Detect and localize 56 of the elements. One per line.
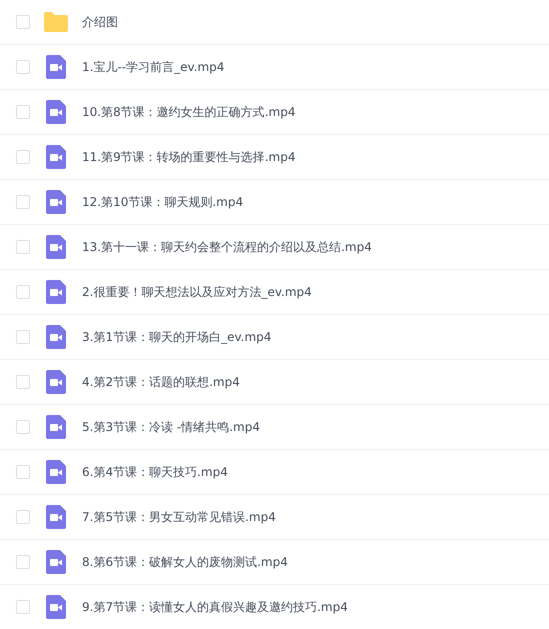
file-row[interactable]: 8.第6节课：破解女人的废物测试.mp4 xyxy=(0,540,549,585)
video-file-icon xyxy=(46,190,66,214)
video-file-icon xyxy=(46,595,66,619)
video-file-icon xyxy=(46,505,66,529)
file-name: 2.很重要！聊天想法以及应对方法_ev.mp4 xyxy=(82,284,312,300)
video-file-icon xyxy=(46,415,66,439)
file-name: 10.第8节课：邀约女生的正确方式.mp4 xyxy=(82,104,296,120)
file-name: 13.第十一课：聊天约会整个流程的介绍以及总结.mp4 xyxy=(82,238,372,256)
checkbox[interactable] xyxy=(16,15,30,29)
checkbox[interactable] xyxy=(16,285,30,299)
file-name: 8.第6节课：破解女人的废物测试.mp4 xyxy=(82,554,288,570)
checkbox[interactable] xyxy=(16,465,30,479)
file-row[interactable]: 4.第2节课：话题的联想.mp4 xyxy=(0,360,549,405)
file-name: 4.第2节课：话题的联想.mp4 xyxy=(82,374,240,390)
checkbox[interactable] xyxy=(16,555,30,569)
file-row[interactable]: 11.第9节课：转场的重要性与选择.mp4 xyxy=(0,135,549,180)
file-name: 5.第3节课：冷读 -情绪共鸣.mp4 xyxy=(82,418,260,436)
file-row[interactable]: 12.第10节课：聊天规则.mp4 xyxy=(0,180,549,225)
folder-icon xyxy=(44,12,68,32)
file-name: 12.第10节课：聊天规则.mp4 xyxy=(82,194,244,210)
file-row[interactable]: 7.第5节课：男女互动常见错误.mp4 xyxy=(0,495,549,540)
video-file-icon xyxy=(46,100,66,124)
video-file-icon xyxy=(46,325,66,349)
video-file-icon xyxy=(46,460,66,484)
file-name: 7.第5节课：男女互动常见错误.mp4 xyxy=(82,508,276,526)
video-file-icon xyxy=(46,370,66,394)
checkbox[interactable] xyxy=(16,60,30,74)
checkbox[interactable] xyxy=(16,375,30,389)
file-name: 9.第7节课：读懂女人的真假兴趣及邀约技巧.mp4 xyxy=(82,598,348,616)
file-row[interactable]: 10.第8节课：邀约女生的正确方式.mp4 xyxy=(0,90,549,135)
checkbox[interactable] xyxy=(16,150,30,164)
file-row[interactable]: 1.宝儿--学习前言_ev.mp4 xyxy=(0,45,549,90)
checkbox[interactable] xyxy=(16,330,30,344)
video-file-icon xyxy=(46,235,66,259)
video-file-icon xyxy=(46,55,66,79)
checkbox[interactable] xyxy=(16,240,30,254)
video-file-icon xyxy=(46,280,66,304)
checkbox[interactable] xyxy=(16,105,30,119)
file-name: 6.第4节课：聊天技巧.mp4 xyxy=(82,464,228,480)
file-name: 3.第1节课：聊天的开场白_ev.mp4 xyxy=(82,328,272,346)
file-row[interactable]: 13.第十一课：聊天约会整个流程的介绍以及总结.mp4 xyxy=(0,225,549,270)
checkbox[interactable] xyxy=(16,195,30,209)
checkbox[interactable] xyxy=(16,600,30,614)
video-file-icon xyxy=(46,550,66,574)
video-file-icon xyxy=(46,145,66,169)
file-name: 介绍图 xyxy=(82,14,118,30)
file-row[interactable]: 3.第1节课：聊天的开场白_ev.mp4 xyxy=(0,315,549,360)
file-name: 1.宝儿--学习前言_ev.mp4 xyxy=(82,58,224,76)
checkbox[interactable] xyxy=(16,420,30,434)
file-row[interactable]: 9.第7节课：读懂女人的真假兴趣及邀约技巧.mp4 xyxy=(0,585,549,629)
file-row[interactable]: 5.第3节课：冷读 -情绪共鸣.mp4 xyxy=(0,405,549,450)
file-name: 11.第9节课：转场的重要性与选择.mp4 xyxy=(82,148,296,166)
file-row[interactable]: 6.第4节课：聊天技巧.mp4 xyxy=(0,450,549,495)
checkbox[interactable] xyxy=(16,510,30,524)
file-row[interactable]: 2.很重要！聊天想法以及应对方法_ev.mp4 xyxy=(0,270,549,315)
file-row[interactable]: 介绍图 xyxy=(0,0,549,45)
